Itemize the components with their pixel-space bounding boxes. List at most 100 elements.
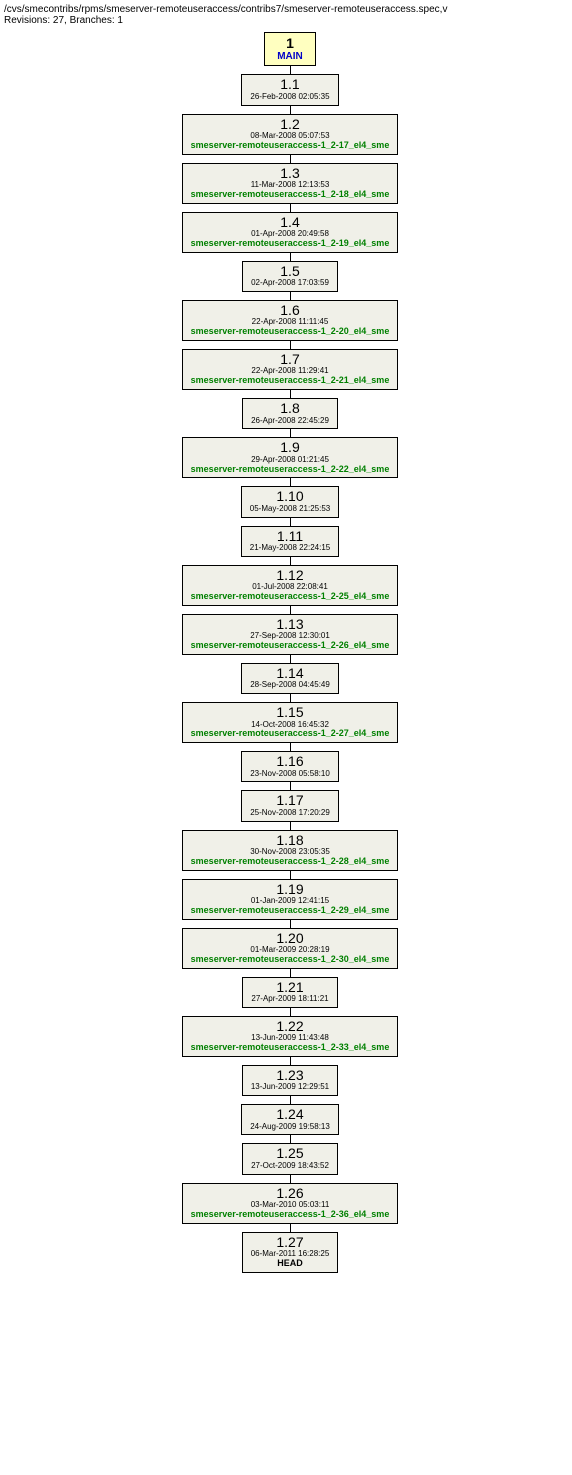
revision-tag: smeserver-remoteuseraccess-1_2-36_el4_sm… [191,1210,390,1220]
revision-tag: smeserver-remoteuseraccess-1_2-18_el4_sm… [191,190,390,200]
revision-number: 1.7 [191,352,390,367]
edge [290,1008,291,1016]
revision-number: 1.5 [251,264,329,279]
revision-number: 1.17 [250,793,330,808]
revision-date: 05-May-2008 21:25:53 [250,505,331,514]
edge [290,1096,291,1104]
edge [290,429,291,437]
revision-node[interactable]: 1.2706-Mar-2011 16:28:25HEAD [242,1232,339,1273]
revision-number: 1.12 [191,568,390,583]
revision-node[interactable]: 1.401-Apr-2008 20:49:58smeserver-remoteu… [182,212,399,253]
revision-number: 1.8 [251,401,329,416]
revision-node[interactable]: 1.929-Apr-2008 01:21:45smeserver-remoteu… [182,437,399,478]
revision-tag: smeserver-remoteuseraccess-1_2-30_el4_sm… [191,955,390,965]
revision-node[interactable]: 1.1901-Jan-2009 12:41:15smeserver-remote… [182,879,399,920]
revision-node[interactable]: 1.2001-Mar-2009 20:28:19smeserver-remote… [182,928,399,969]
edge [290,743,291,751]
edge [290,871,291,879]
edge [290,606,291,614]
revision-tag: smeserver-remoteuseraccess-1_2-27_el4_sm… [191,729,390,739]
revision-graph: 1 MAIN 1.126-Feb-2008 02:05:35 1.208-Mar-… [4,32,572,1273]
head-label: HEAD [251,1259,330,1269]
edge [290,969,291,977]
revision-date: 25-Nov-2008 17:20:29 [250,809,330,818]
revision-number: 1.4 [191,215,390,230]
edge [290,694,291,702]
edge [290,341,291,349]
revision-node[interactable]: 1.1201-Jul-2008 22:08:41smeserver-remote… [182,565,399,606]
revision-node[interactable]: 1.2527-Oct-2009 18:43:52 [242,1143,338,1174]
revision-node[interactable]: 1.502-Apr-2008 17:03:59 [242,261,338,292]
revision-date: 13-Jun-2009 12:29:51 [251,1083,329,1092]
edge [290,1057,291,1065]
branch-root-node[interactable]: 1 MAIN [264,32,316,66]
revision-number: 1.3 [191,166,390,181]
revision-count: Revisions: 27, Branches: 1 [4,15,572,26]
revision-number: 1.6 [191,303,390,318]
revision-number: 1.10 [250,489,331,504]
revision-node[interactable]: 1.1623-Nov-2008 05:58:10 [241,751,339,782]
revision-number: 1.25 [251,1146,329,1161]
revision-node[interactable]: 1.2313-Jun-2009 12:29:51 [242,1065,338,1096]
revision-number: 1.24 [250,1107,330,1122]
edge [290,204,291,212]
revision-number: 1.2 [191,117,390,132]
revision-tag: smeserver-remoteuseraccess-1_2-33_el4_sm… [191,1043,390,1053]
edge [290,66,291,74]
revision-number: 1.19 [191,882,390,897]
revision-number: 1.18 [191,833,390,848]
revision-tag: smeserver-remoteuseraccess-1_2-28_el4_sm… [191,857,390,867]
revision-tag: smeserver-remoteuseraccess-1_2-22_el4_sm… [191,465,390,475]
revision-date: 21-May-2008 22:24:15 [250,544,331,553]
edge [290,478,291,486]
edge [290,920,291,928]
revision-number: 1.22 [191,1019,390,1034]
revision-number: 1.21 [251,980,328,995]
revision-node[interactable]: 1.1725-Nov-2008 17:20:29 [241,790,339,821]
branch-root-number: 1 [277,36,303,51]
revision-node[interactable]: 1.2213-Jun-2009 11:43:48smeserver-remote… [182,1016,399,1057]
revision-number: 1.9 [191,440,390,455]
revision-date: 26-Feb-2008 02:05:35 [250,93,329,102]
revision-node[interactable]: 1.826-Apr-2008 22:45:29 [242,398,338,429]
edge [290,1135,291,1143]
revision-number: 1.27 [251,1235,330,1250]
revision-node[interactable]: 1.722-Apr-2008 11:29:41smeserver-remoteu… [182,349,399,390]
revision-node[interactable]: 1.1514-Oct-2008 16:45:32smeserver-remote… [182,702,399,743]
edge [290,1224,291,1232]
revision-node[interactable]: 1.622-Apr-2008 11:11:45smeserver-remoteu… [182,300,399,341]
revision-tag: smeserver-remoteuseraccess-1_2-17_el4_sm… [191,141,390,151]
revision-node[interactable]: 1.1327-Sep-2008 12:30:01smeserver-remote… [182,614,399,655]
revision-node[interactable]: 1.2127-Apr-2009 18:11:21 [242,977,337,1008]
revision-node[interactable]: 1.1121-May-2008 22:24:15 [241,526,340,557]
edge [290,390,291,398]
edge [290,106,291,114]
edge [290,822,291,830]
revision-node[interactable]: 1.1428-Sep-2008 04:45:49 [241,663,339,694]
edge [290,1175,291,1183]
revision-number: 1.11 [250,529,331,544]
revision-number: 1.16 [250,754,330,769]
revision-node[interactable]: 1.1005-May-2008 21:25:53 [241,486,340,517]
revision-number: 1.14 [250,666,330,681]
revision-number: 1.1 [250,77,329,92]
revision-node[interactable]: 1.1830-Nov-2008 23:05:35smeserver-remote… [182,830,399,871]
edge [290,557,291,565]
branch-root-label: MAIN [277,51,303,62]
edge [290,253,291,261]
revision-date: 27-Apr-2009 18:11:21 [251,995,328,1004]
revision-number: 1.23 [251,1068,329,1083]
revision-number: 1.20 [191,931,390,946]
revision-date: 28-Sep-2008 04:45:49 [250,681,330,690]
edge [290,155,291,163]
revision-node[interactable]: 1.208-Mar-2008 05:07:53smeserver-remoteu… [182,114,399,155]
revision-node[interactable]: 1.126-Feb-2008 02:05:35 [241,74,338,105]
revision-node[interactable]: 1.311-Mar-2008 12:13:53smeserver-remoteu… [182,163,399,204]
file-path: /cvs/smecontribs/rpms/smeserver-remoteus… [4,4,572,15]
revision-node[interactable]: 1.2603-Mar-2010 05:03:11smeserver-remote… [182,1183,399,1224]
revision-date: 26-Apr-2008 22:45:29 [251,417,329,426]
revision-tag: smeserver-remoteuseraccess-1_2-21_el4_sm… [191,376,390,386]
revision-tag: smeserver-remoteuseraccess-1_2-29_el4_sm… [191,906,390,916]
revision-node[interactable]: 1.2424-Aug-2009 19:58:13 [241,1104,339,1135]
revision-tag: smeserver-remoteuseraccess-1_2-20_el4_sm… [191,327,390,337]
